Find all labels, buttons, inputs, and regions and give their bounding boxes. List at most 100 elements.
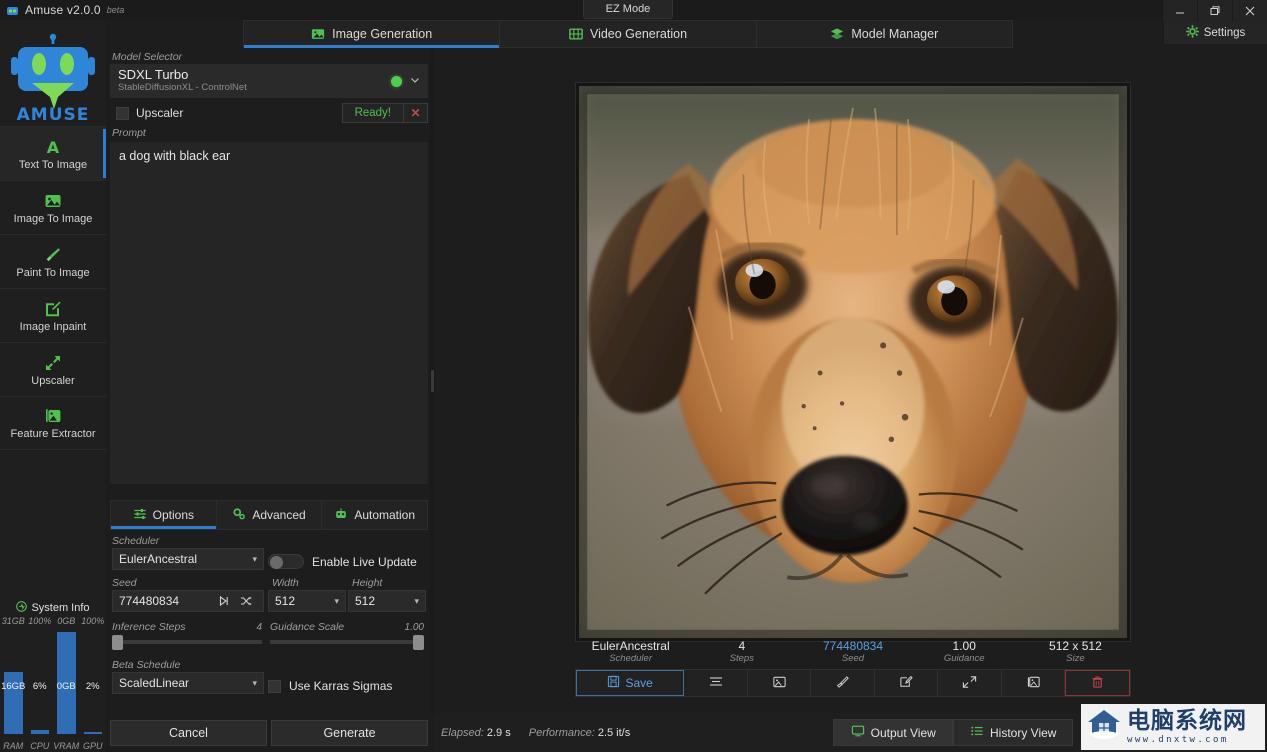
chevron-down-icon: ▾ (334, 596, 339, 607)
send-to-image-to-image-button[interactable] (748, 670, 812, 696)
meta-seed: 774480834 Seed (797, 633, 908, 669)
tab-advanced[interactable]: Advanced (217, 501, 323, 529)
sysinfo-total: 100% (80, 616, 107, 626)
slider-handle[interactable] (413, 635, 424, 650)
gear-icon (1186, 25, 1199, 41)
system-info-panel: System Info 31GB 16GB RAM 100% 6% CPU 0G… (0, 600, 106, 752)
ready-label: Ready! (343, 104, 403, 122)
guidance-scale-label: Guidance Scale (270, 618, 346, 634)
app-beta-tag: beta (107, 5, 125, 15)
generate-button[interactable]: Generate (271, 720, 428, 746)
view-tabs: Output View History View (833, 719, 1073, 746)
seed-value: 774480834 (119, 594, 179, 608)
elapsed-value: 2.9 s (487, 727, 511, 739)
tab-history-view[interactable]: History View (953, 719, 1073, 746)
tab-image-generation[interactable]: Image Generation (244, 21, 500, 47)
meta-key: Size (1066, 653, 1084, 664)
sidebar-item-upscaler[interactable]: Upscaler (0, 342, 106, 396)
guidance-scale-slider[interactable] (270, 634, 424, 650)
meta-key: Guidance (944, 653, 985, 664)
send-to-upscaler-button[interactable] (938, 670, 1002, 696)
ez-mode-button[interactable]: EZ Mode (583, 0, 673, 19)
karras-sigmas-checkbox[interactable] (268, 680, 281, 693)
tab-automation[interactable]: Automation (322, 501, 427, 529)
tab-label: Options (153, 508, 194, 522)
image-generation-icon (311, 27, 325, 41)
pencil-square-icon (44, 299, 62, 319)
sidebar-item-image-to-image[interactable]: Image To Image (0, 180, 106, 234)
layered-picture-icon (44, 406, 62, 426)
tab-video-generation[interactable]: Video Generation (500, 21, 756, 47)
scheduler-select[interactable]: EulerAncestral ▾ (112, 548, 264, 570)
inference-steps-value: 4 (256, 622, 262, 633)
sidebar-item-text-to-image[interactable]: A Text To Image (0, 126, 106, 180)
scheduler-label: Scheduler (108, 532, 268, 548)
sidebar-item-paint-to-image[interactable]: Paint To Image (0, 234, 106, 288)
save-button[interactable]: Save (576, 670, 684, 696)
tab-options[interactable]: Options (111, 501, 217, 529)
seed-shuffle-icon[interactable] (235, 591, 257, 611)
robot-icon (334, 507, 348, 524)
generation-metadata: EulerAncestral Scheduler 4 Steps 7744808… (575, 633, 1131, 669)
send-to-inpaint-button[interactable] (875, 670, 939, 696)
sidebar-item-feature-extractor[interactable]: Feature Extractor (0, 396, 106, 450)
generated-image-frame[interactable] (575, 82, 1131, 642)
upscaler-checkbox[interactable] (116, 107, 129, 120)
close-button[interactable] (1232, 0, 1267, 22)
width-label: Width (268, 574, 348, 590)
meta-key: Scheduler (609, 653, 652, 664)
slider-handle[interactable] (112, 635, 123, 650)
sidebar-item-image-inpaint[interactable]: Image Inpaint (0, 288, 106, 342)
inference-steps-slider[interactable] (112, 634, 262, 650)
output-canvas: EulerAncestral Scheduler 4 Steps 7744808… (435, 48, 1267, 713)
maximize-button[interactable] (1197, 0, 1232, 22)
watermark-title: 电脑系统网 (1127, 710, 1247, 733)
seed-next-icon[interactable] (213, 591, 235, 611)
elapsed-status: Elapsed: 2.9 s (441, 727, 511, 739)
close-icon (1244, 5, 1256, 17)
scheduler-value: EulerAncestral (119, 552, 197, 566)
delete-button[interactable] (1065, 670, 1130, 696)
meta-value: 512 x 512 (1049, 639, 1102, 653)
meta-guidance: 1.00 Guidance (909, 633, 1020, 669)
inference-steps-label: Inference Steps (112, 618, 188, 634)
live-update-toggle[interactable] (268, 554, 304, 569)
send-to-paint-button[interactable] (811, 670, 875, 696)
chevron-down-icon[interactable] (410, 72, 420, 90)
app-title: Amuse v2.0.0 (25, 3, 101, 17)
sidebar-item-label: Upscaler (31, 375, 74, 387)
model-selector[interactable]: SDXL Turbo StableDiffusionXL - ControlNe… (110, 64, 428, 98)
details-button[interactable] (684, 670, 748, 696)
chevron-down-icon: ▾ (414, 596, 419, 607)
parameters-panel: Model Selector SDXL Turbo StableDiffusio… (108, 48, 430, 752)
seed-input[interactable]: 774480834 (112, 590, 264, 612)
sliders-icon (133, 507, 147, 524)
maximize-icon (1209, 5, 1221, 17)
performance-value: 2.5 it/s (598, 727, 630, 739)
beta-schedule-select[interactable]: ScaledLinear ▾ (112, 672, 264, 694)
watermark: 电脑系统网 www.dnxtw.com (1081, 704, 1265, 750)
upscaler-row: Upscaler Ready! ✕ (110, 102, 428, 124)
width-select[interactable]: 512 ▾ (268, 590, 346, 612)
tab-output-view[interactable]: Output View (833, 719, 953, 746)
meta-value[interactable]: 774480834 (823, 639, 883, 653)
close-icon[interactable]: ✕ (403, 104, 427, 122)
sysinfo-bar-vram: 0GB 0GB VRAM (53, 616, 80, 752)
sysinfo-total: 31GB (0, 616, 27, 626)
minimize-icon (1174, 5, 1186, 17)
status-badge: Ready! ✕ (342, 103, 428, 123)
height-select[interactable]: 512 ▾ (348, 590, 426, 612)
meta-size: 512 x 512 Size (1020, 633, 1131, 669)
svg-text:AMUSE: AMUSE (17, 105, 90, 123)
list-icon (970, 725, 984, 740)
meta-key: Seed (842, 653, 864, 664)
cancel-button[interactable]: Cancel (110, 720, 267, 746)
tab-model-manager[interactable]: Model Manager (757, 21, 1012, 47)
settings-button[interactable]: Settings (1163, 22, 1267, 44)
system-info-icon (16, 601, 27, 615)
model-subtitle: StableDiffusionXL - ControlNet (118, 82, 247, 94)
minimize-button[interactable] (1162, 0, 1197, 22)
prompt-input[interactable]: a dog with black ear (110, 142, 428, 484)
tab-label: Image Generation (332, 27, 432, 41)
send-to-feature-extractor-button[interactable] (1002, 670, 1066, 696)
